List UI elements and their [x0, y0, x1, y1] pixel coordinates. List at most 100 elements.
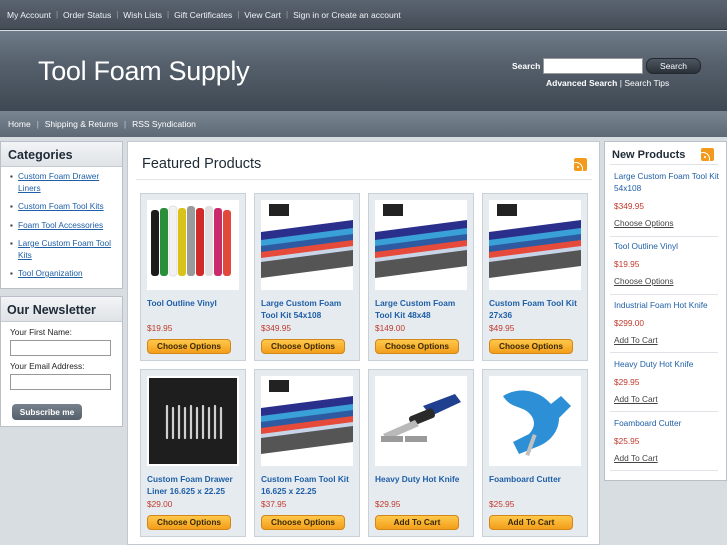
nav-gift-certificates[interactable]: Gift Certificates	[174, 10, 232, 20]
product-name[interactable]: Tool Outline Vinyl	[147, 297, 243, 309]
email-input[interactable]	[10, 374, 111, 390]
foamboard-cutter-icon	[489, 376, 581, 466]
product-image[interactable]	[261, 200, 353, 290]
product-image[interactable]	[375, 200, 467, 290]
nav-order-status[interactable]: Order Status	[63, 10, 111, 20]
foam-sheets-icon	[261, 376, 353, 466]
product-price: $25.95	[489, 499, 515, 509]
product-price: $29.95	[375, 499, 401, 509]
product-image[interactable]	[489, 200, 581, 290]
choose-options-link[interactable]: Choose Options	[614, 276, 722, 286]
search-input[interactable]	[543, 58, 643, 74]
category-link-drawer-liners[interactable]: Custom Foam Drawer Liners	[18, 171, 99, 193]
divider	[610, 164, 718, 165]
nav-rss-syndication[interactable]: RSS Syndication	[132, 119, 196, 129]
new-product-price: $19.95	[614, 259, 640, 269]
nav-home[interactable]: Home	[8, 119, 31, 129]
first-name-input[interactable]	[10, 340, 111, 356]
search-label: Search	[512, 61, 541, 71]
nav-sign-in[interactable]: Sign in or Create an account	[293, 10, 401, 20]
divider	[610, 294, 718, 295]
product-image[interactable]	[375, 376, 467, 466]
product-name[interactable]: Large Custom Foam Tool Kit 54x108	[261, 297, 357, 321]
new-product-name[interactable]: Tool Outline Vinyl	[614, 240, 722, 252]
nav-view-cart[interactable]: View Cart	[244, 10, 281, 20]
new-product-item: Foamboard Cutter $25.95 Add To Cart	[614, 417, 722, 463]
nav-wish-lists[interactable]: Wish Lists	[123, 10, 162, 20]
choose-options-button[interactable]: Choose Options	[261, 339, 345, 354]
divider	[610, 352, 718, 353]
product-card: Large Custom Foam Tool Kit 48x48 $149.00…	[368, 193, 474, 361]
nav-shipping-returns[interactable]: Shipping & Returns	[45, 119, 118, 129]
category-link-large-tool-kits[interactable]: Large Custom Foam Tool Kits	[18, 238, 111, 260]
category-list: Custom Foam Drawer Liners Custom Foam To…	[1, 167, 122, 280]
category-link-tool-kits[interactable]: Custom Foam Tool Kits	[18, 201, 104, 211]
product-price: $349.95	[261, 323, 291, 333]
featured-title: Featured Products	[142, 156, 262, 172]
divider	[610, 411, 718, 412]
left-sidebar: Categories Custom Foam Drawer Liners Cus…	[0, 141, 123, 427]
new-product-price: $299.00	[614, 318, 644, 328]
new-products-sidebar: New Products Large Custom Foam Tool Kit …	[604, 141, 727, 481]
product-name[interactable]: Heavy Duty Hot Knife	[375, 473, 471, 485]
product-name[interactable]: Foamboard Cutter	[489, 473, 585, 485]
new-product-item: Large Custom Foam Tool Kit 54x108 $349.9…	[614, 170, 722, 228]
choose-options-button[interactable]: Choose Options	[147, 515, 231, 530]
product-card: Large Custom Foam Tool Kit 54x108 $349.9…	[254, 193, 360, 361]
subscribe-button[interactable]: Subscribe me	[12, 404, 82, 420]
site-logo[interactable]: Tool Foam Supply	[38, 56, 250, 87]
advanced-search-link[interactable]: Advanced Search	[546, 78, 617, 88]
category-link-tool-organization[interactable]: Tool Organization	[18, 268, 83, 278]
rss-icon[interactable]	[574, 158, 587, 171]
featured-products-panel: Featured Products Tool Outline Vinyl $19…	[127, 141, 600, 545]
product-name[interactable]: Custom Foam Drawer Liner 16.625 x 22.25	[147, 473, 243, 497]
divider	[610, 470, 718, 471]
choose-options-button[interactable]: Choose Options	[147, 339, 231, 354]
add-to-cart-link[interactable]: Add To Cart	[614, 335, 722, 345]
new-product-price: $29.95	[614, 377, 640, 387]
category-item: Custom Foam Drawer Liners	[10, 171, 114, 194]
add-to-cart-button[interactable]: Add To Cart	[375, 515, 459, 530]
product-name[interactable]: Custom Foam Tool Kit 27x36	[489, 297, 585, 321]
categories-box: Categories Custom Foam Drawer Liners Cus…	[0, 141, 123, 289]
new-product-name[interactable]: Large Custom Foam Tool Kit 54x108	[614, 170, 722, 194]
search-button[interactable]: Search	[646, 58, 701, 74]
product-name[interactable]: Custom Foam Tool Kit 16.625 x 22.25	[261, 473, 357, 497]
newsletter-title: Our Newsletter	[1, 297, 122, 322]
product-image[interactable]	[489, 376, 581, 466]
add-to-cart-button[interactable]: Add To Cart	[489, 515, 573, 530]
product-card: Heavy Duty Hot Knife $29.95 Add To Cart	[368, 369, 474, 537]
product-image[interactable]	[261, 376, 353, 466]
new-product-item: Tool Outline Vinyl $19.95 Choose Options	[614, 240, 722, 286]
add-to-cart-link[interactable]: Add To Cart	[614, 394, 722, 404]
choose-options-button[interactable]: Choose Options	[489, 339, 573, 354]
product-image[interactable]	[147, 200, 239, 290]
choose-options-button[interactable]: Choose Options	[261, 515, 345, 530]
new-product-price: $349.95	[614, 201, 644, 211]
foam-sheets-icon	[489, 200, 581, 290]
new-product-name[interactable]: Heavy Duty Hot Knife	[614, 358, 722, 370]
new-product-name[interactable]: Foamboard Cutter	[614, 417, 722, 429]
category-link-accessories[interactable]: Foam Tool Accessories	[18, 220, 103, 230]
add-to-cart-link[interactable]: Add To Cart	[614, 453, 722, 463]
divider	[610, 236, 718, 237]
categories-title: Categories	[1, 142, 122, 167]
product-card: Tool Outline Vinyl $19.95 Choose Options	[140, 193, 246, 361]
nav-my-account[interactable]: My Account	[7, 10, 51, 20]
new-product-item: Industrial Foam Hot Knife $299.00 Add To…	[614, 299, 722, 345]
product-price: $149.00	[375, 323, 405, 333]
product-price: $37.95	[261, 499, 287, 509]
choose-options-button[interactable]: Choose Options	[375, 339, 459, 354]
foam-sheets-icon	[261, 200, 353, 290]
rss-icon[interactable]	[701, 148, 714, 161]
product-name[interactable]: Large Custom Foam Tool Kit 48x48	[375, 297, 471, 321]
product-card: Custom Foam Tool Kit 16.625 x 22.25 $37.…	[254, 369, 360, 537]
choose-options-link[interactable]: Choose Options	[614, 218, 722, 228]
search-links-separator: |	[619, 78, 622, 88]
product-card: Custom Foam Tool Kit 27x36 $49.95 Choose…	[482, 193, 588, 361]
product-image[interactable]	[147, 376, 239, 466]
drawer-liner-icon	[147, 376, 239, 466]
product-price: $19.95	[147, 323, 173, 333]
search-tips-link[interactable]: Search Tips	[624, 78, 669, 88]
new-product-name[interactable]: Industrial Foam Hot Knife	[614, 299, 722, 311]
